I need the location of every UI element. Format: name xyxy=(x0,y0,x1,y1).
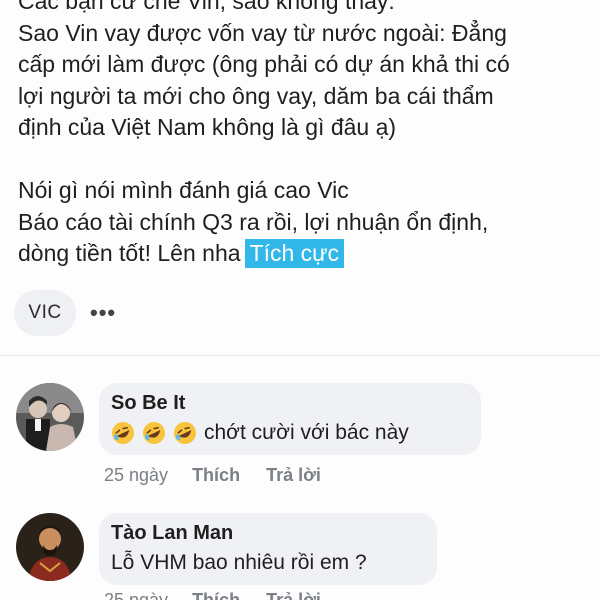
like-button[interactable]: Thích xyxy=(192,590,240,600)
more-dots-icon[interactable]: ••• xyxy=(90,300,116,326)
post-line: Các bạn cứ chê Vin, sao không thấy: xyxy=(18,0,395,14)
comment-2-actions: 25 ngày Thích Trả lời xyxy=(104,590,347,600)
post-line-last: dòng tiền tốt! Lên nha Tích cực xyxy=(18,238,588,270)
reply-button[interactable]: Trả lời xyxy=(266,465,321,486)
comment-text: Lỗ VHM bao nhiêu rồi em ? xyxy=(111,551,367,574)
avatar[interactable] xyxy=(16,513,84,581)
comment-time: 25 ngày xyxy=(104,465,169,485)
post-line: cấp mới làm được (ông phải có dự án khả … xyxy=(18,51,510,77)
comment-author[interactable]: Tào Lan Man xyxy=(111,522,421,545)
comment-1-actions: 25 ngày Thích Trả lời xyxy=(104,465,347,486)
rolling-on-floor-laughing-emoji xyxy=(174,422,196,444)
comment-text: chớt cười với bác này xyxy=(204,421,409,444)
post-line: Báo cáo tài chính Q3 ra rồi, lợi nhuận ổ… xyxy=(18,208,489,235)
like-button[interactable]: Thích xyxy=(192,465,240,486)
post-line: lợi người ta mới cho ông vay, dăm ba cái… xyxy=(18,82,494,109)
avatar[interactable] xyxy=(16,383,84,451)
post-line: định của Việt Nam không là gì đâu ạ) xyxy=(18,114,397,140)
post-line-text: dòng tiền tốt! Lên nha xyxy=(18,240,241,266)
post-line: Nói gì nói mình đánh giá cao Vic xyxy=(18,177,349,203)
comment-2: Tào Lan Man Lỗ VHM bao nhiêu rồi em ? xyxy=(16,513,437,585)
comment-1: So Be It chớt cười với bác này xyxy=(16,383,481,455)
comment-author[interactable]: So Be It xyxy=(111,392,465,415)
reply-button[interactable]: Trả lời xyxy=(266,590,321,600)
comment-bubble: So Be It chớt cười với bác này xyxy=(99,383,481,455)
rolling-on-floor-laughing-emoji xyxy=(143,422,165,444)
comment-time: 25 ngày xyxy=(104,590,169,600)
avatar-photo xyxy=(16,513,84,581)
comment-text-row: Lỗ VHM bao nhiêu rồi em ? xyxy=(111,551,421,575)
stock-tag-vic[interactable]: VIC xyxy=(14,290,76,336)
post-line: Sao Vin vay được vốn vay từ nước ngoài: … xyxy=(18,19,507,46)
tag-row: VIC ••• xyxy=(14,290,116,336)
comment-bubble: Tào Lan Man Lỗ VHM bao nhiêu rồi em ? xyxy=(99,513,437,585)
comment-text-row: chớt cười với bác này xyxy=(111,421,465,445)
rolling-on-floor-laughing-emoji xyxy=(112,422,134,444)
divider xyxy=(0,355,600,356)
avatar-photo xyxy=(16,383,84,451)
sentiment-label: Tích cực xyxy=(244,239,345,268)
post-body: Các bạn cứ chê Vin, sao không thấy: Sao … xyxy=(18,0,588,270)
post-page: Các bạn cứ chê Vin, sao không thấy: Sao … xyxy=(0,0,600,600)
